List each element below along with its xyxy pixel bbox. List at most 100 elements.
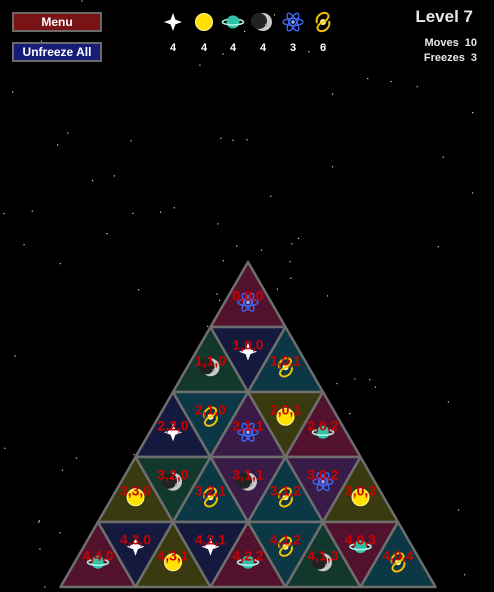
- board-tile[interactable]: 0,0,0: [209, 260, 287, 329]
- star-dot: [130, 140, 132, 142]
- star-dot: [23, 244, 25, 246]
- star-dot: [12, 91, 14, 93]
- inventory-bar: 4 4 4 4 3 6: [164, 10, 331, 54]
- star-dot: [67, 132, 69, 134]
- level-indicator: Level 7: [415, 7, 473, 26]
- star-dot: [447, 401, 449, 403]
- star-dot: [332, 93, 334, 95]
- tile-label: 3,0,2: [307, 467, 338, 483]
- star-dot: [369, 379, 371, 381]
- star-dot: [297, 237, 300, 239]
- star-icon: [164, 13, 182, 31]
- tile-label: 3,1,1: [232, 467, 263, 483]
- star-dot: [138, 289, 140, 291]
- star-dot: [59, 263, 61, 265]
- star-dot: [290, 277, 292, 279]
- star-dot: [246, 139, 248, 141]
- star-dot: [14, 355, 16, 357]
- star-dot: [437, 246, 439, 248]
- star-dot: [442, 156, 444, 158]
- star-dot: [276, 288, 278, 290]
- tile-label: 0,0,0: [232, 287, 263, 303]
- star-dot: [4, 447, 6, 449]
- star-dot: [199, 64, 201, 66]
- star-dot: [44, 586, 46, 588]
- star-dot: [260, 249, 263, 251]
- star-dot: [38, 521, 40, 523]
- tile-label: 3,1,2: [270, 482, 301, 498]
- star-dot: [159, 211, 162, 213]
- star-dot: [232, 139, 234, 141]
- tile-label: 4,1,2: [270, 532, 301, 548]
- star-dot: [113, 175, 115, 177]
- star-dot: [463, 574, 466, 576]
- star-dot: [61, 469, 63, 471]
- star-dot: [220, 137, 222, 139]
- star-dot: [354, 378, 356, 380]
- inventory-count: 4: [260, 42, 267, 54]
- star-dot: [416, 86, 418, 88]
- tile-label: 2,0,1: [270, 402, 301, 418]
- star-dot: [222, 53, 224, 55]
- tile-label: 3,3,0: [120, 482, 151, 498]
- tile-label: 1,0,1: [270, 352, 301, 368]
- star-dot: [457, 509, 460, 511]
- star-dot: [92, 180, 94, 182]
- inventory-count: 3: [290, 42, 296, 54]
- menu-button[interactable]: Menu: [12, 12, 102, 32]
- star-dot: [331, 166, 334, 168]
- star-dot: [308, 51, 310, 53]
- star-dot: [106, 233, 108, 235]
- tile-label: 3,2,1: [195, 482, 226, 498]
- star-dot: [349, 413, 351, 415]
- star-dot: [472, 112, 474, 114]
- star-dot: [218, 299, 221, 301]
- tile-label: 4,2,2: [232, 547, 263, 563]
- tile-label: 2,2,0: [157, 417, 188, 433]
- tile-label: 1,0,0: [232, 337, 263, 353]
- star-dot: [39, 548, 41, 550]
- star-dot: [222, 260, 224, 262]
- star-dot: [133, 453, 135, 456]
- moves-value: 10: [464, 37, 477, 49]
- star-dot: [59, 532, 61, 534]
- tile-label: 4,0,3: [345, 532, 376, 548]
- inventory-count: 4: [170, 42, 177, 54]
- tile-label: 4,0,4: [382, 547, 413, 563]
- star-dot: [327, 295, 329, 297]
- sun-icon: [195, 13, 213, 31]
- galaxy-icon: [315, 11, 331, 33]
- moon-icon: [251, 13, 272, 31]
- tile-label: 2,1,0: [195, 402, 226, 418]
- star-dot: [471, 192, 474, 194]
- star-dot: [173, 207, 175, 209]
- game-board: 4 4 4 4 3 6 0,0,0 1,1,0 1,0,0 1,0,1 2,2,0 2,1,0 2,1…: [3, 0, 474, 589]
- moves-counter: Moves 10: [425, 37, 478, 49]
- tile-label: 4,3,0: [120, 532, 151, 548]
- star-dot: [244, 30, 246, 32]
- star-dot: [38, 520, 40, 522]
- tile-label: 4,3,1: [157, 547, 188, 563]
- freezes-label: Freezes: [423, 52, 465, 64]
- inventory-count: 4: [201, 42, 208, 54]
- star-dot: [374, 386, 377, 388]
- star-dot: [81, 0, 83, 2]
- star-dot: [207, 325, 209, 327]
- tile-label: 1,1,0: [195, 352, 226, 368]
- inventory-count: 6: [320, 42, 326, 54]
- star-dot: [57, 144, 59, 146]
- tile-label: 4,1,3: [307, 547, 338, 563]
- star-dot: [291, 243, 293, 245]
- star-dot: [217, 223, 219, 225]
- unfreeze-all-button[interactable]: Unfreeze All: [12, 42, 102, 62]
- star-dot: [31, 210, 33, 212]
- star-dot: [132, 212, 134, 214]
- atom-icon: [282, 10, 304, 34]
- star-dot: [270, 195, 272, 197]
- star-dot: [216, 293, 218, 295]
- tile-label: 3,0,3: [345, 482, 376, 498]
- star-dot: [336, 383, 338, 385]
- star-dot: [75, 457, 78, 459]
- star-dot: [367, 78, 369, 80]
- pyramid-board: 0,0,0 1,1,0 1,0,0 1,0,1 2,2,0 2,1,0 2,1,1 2,0,1…: [59, 260, 437, 589]
